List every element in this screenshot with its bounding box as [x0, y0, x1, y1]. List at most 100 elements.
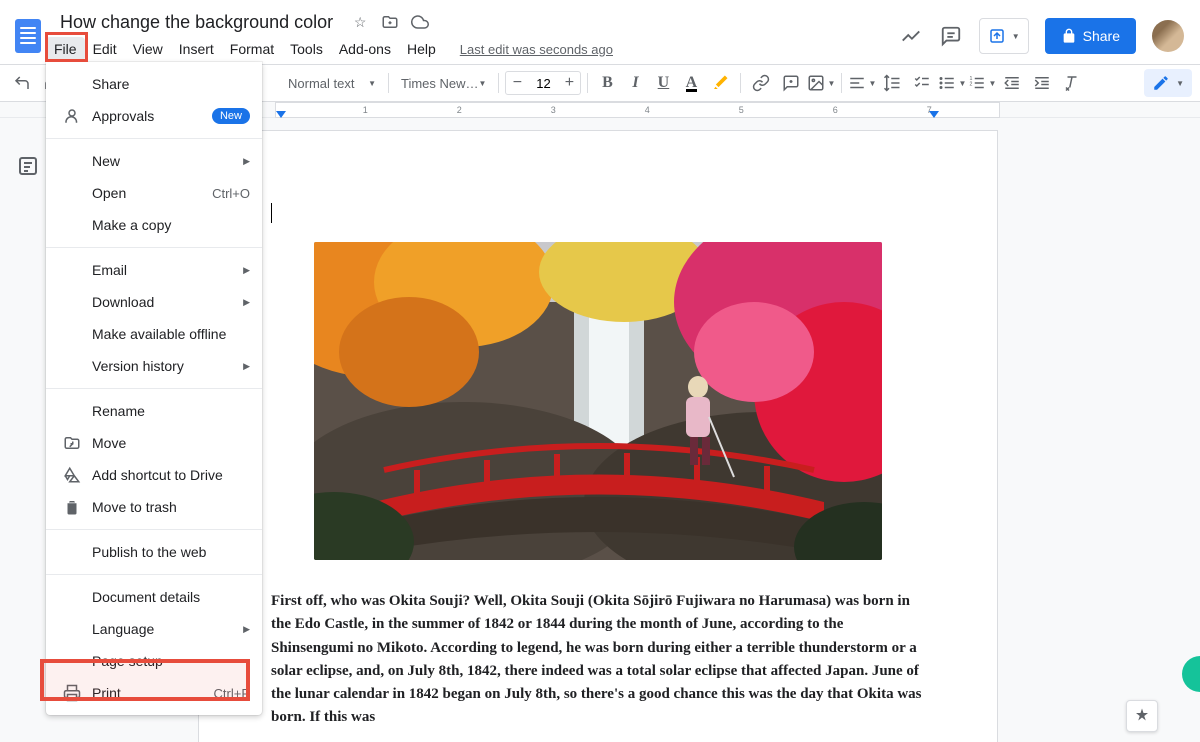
menu-format[interactable]: Format — [222, 37, 282, 61]
chevron-right-icon: ▶ — [243, 361, 250, 372]
font-size-input[interactable] — [528, 76, 558, 91]
keyboard-shortcut: Ctrl+O — [212, 186, 250, 201]
editing-mode-button[interactable]: ▼ — [1144, 69, 1192, 97]
present-button[interactable]: ▼ — [979, 18, 1029, 54]
comments-icon[interactable] — [939, 24, 963, 48]
file-menu-make-copy[interactable]: · Make a copy — [46, 209, 262, 241]
docs-logo-icon — [15, 19, 41, 53]
undo-button[interactable] — [8, 69, 36, 97]
line-spacing-button[interactable] — [878, 69, 906, 97]
insert-link-button[interactable] — [747, 69, 775, 97]
decrease-font-button[interactable]: − — [506, 72, 528, 94]
explore-button[interactable] — [1126, 700, 1158, 732]
chevron-down-icon: ▼ — [368, 79, 376, 88]
decrease-indent-button[interactable] — [998, 69, 1026, 97]
menu-file[interactable]: File — [46, 37, 85, 61]
menu-tools[interactable]: Tools — [282, 37, 331, 61]
font-size-control: − + — [505, 71, 581, 95]
separator — [587, 73, 588, 93]
add-comment-button[interactable] — [777, 69, 805, 97]
ruler-mark: 1 — [363, 105, 368, 115]
file-menu-open[interactable]: · Open Ctrl+O — [46, 177, 262, 209]
menu-view[interactable]: View — [125, 37, 171, 61]
chevron-down-icon: ▼ — [1012, 32, 1020, 41]
bulleted-list-button[interactable]: ▼ — [938, 69, 966, 97]
outline-toggle-button[interactable] — [16, 154, 40, 178]
file-menu-move-trash[interactable]: Move to trash — [46, 491, 262, 523]
menu-edit[interactable]: Edit — [85, 37, 125, 61]
align-button[interactable]: ▼ — [848, 69, 876, 97]
chevron-right-icon: ▶ — [243, 297, 250, 308]
document-inserted-image[interactable] — [314, 242, 882, 560]
ruler-mark: 6 — [833, 105, 838, 115]
increase-indent-button[interactable] — [1028, 69, 1056, 97]
file-menu-new[interactable]: · New ▶ — [46, 145, 262, 177]
horizontal-ruler[interactable]: 1 2 3 4 5 6 7 — [275, 102, 1000, 118]
file-menu-document-details[interactable]: · Document details — [46, 581, 262, 613]
cloud-status-icon[interactable] — [411, 13, 429, 31]
document-paragraph[interactable]: First off, who was Okita Souji? Well, Ok… — [271, 590, 925, 730]
menu-help[interactable]: Help — [399, 37, 444, 61]
separator — [740, 73, 741, 93]
file-menu-add-shortcut[interactable]: Add shortcut to Drive — [46, 459, 262, 491]
right-indent-marker[interactable] — [929, 111, 939, 118]
file-menu-page-setup[interactable]: · Page setup — [46, 645, 262, 677]
keyboard-shortcut: Ctrl+P — [214, 686, 250, 701]
file-menu-approvals[interactable]: Approvals New — [46, 100, 262, 132]
insert-image-button[interactable]: ▼ — [807, 69, 835, 97]
text-cursor — [271, 203, 272, 223]
file-menu-available-offline[interactable]: · Make available offline — [46, 318, 262, 350]
checklist-button[interactable] — [908, 69, 936, 97]
bold-button[interactable]: B — [594, 69, 620, 97]
move-folder-icon[interactable] — [381, 13, 399, 31]
account-avatar[interactable] — [1152, 20, 1184, 52]
share-button[interactable]: Share — [1045, 18, 1136, 54]
chevron-down-icon: ▼ — [479, 79, 487, 88]
new-badge: New — [212, 108, 250, 124]
ruler-mark: 2 — [457, 105, 462, 115]
numbered-list-button[interactable]: 12 ▼ — [968, 69, 996, 97]
menu-insert[interactable]: Insert — [171, 37, 222, 61]
menu-addons[interactable]: Add-ons — [331, 37, 399, 61]
separator — [498, 73, 499, 93]
docs-home-button[interactable] — [8, 16, 48, 56]
file-menu-language[interactable]: · Language ▶ — [46, 613, 262, 645]
font-family-value: Times New… — [401, 76, 479, 91]
file-menu-version-history[interactable]: · Version history ▶ — [46, 350, 262, 382]
file-menu-publish[interactable]: · Publish to the web — [46, 536, 262, 568]
menu-divider — [46, 388, 262, 389]
file-menu-print[interactable]: Print Ctrl+P — [46, 677, 262, 709]
increase-font-button[interactable]: + — [558, 72, 580, 94]
menubar: File Edit View Insert Format Tools Add-o… — [46, 36, 613, 62]
chevron-down-icon: ▼ — [958, 79, 966, 88]
title-area: How change the background color ☆ File E… — [54, 10, 613, 62]
text-color-button[interactable]: A — [678, 69, 704, 97]
trash-icon — [62, 498, 82, 516]
file-menu-email[interactable]: · Email ▶ — [46, 254, 262, 286]
ruler-mark: 3 — [551, 105, 556, 115]
menu-divider — [46, 138, 262, 139]
document-title[interactable]: How change the background color — [54, 12, 339, 33]
menu-divider — [46, 247, 262, 248]
file-menu-move[interactable]: Move — [46, 427, 262, 459]
clear-formatting-button[interactable] — [1058, 69, 1086, 97]
left-indent-marker[interactable] — [276, 111, 286, 118]
document-page[interactable]: First off, who was Okita Souji? Well, Ok… — [198, 130, 998, 742]
file-menu-share[interactable]: · Share — [46, 68, 262, 100]
last-edit-link[interactable]: Last edit was seconds ago — [460, 42, 613, 57]
file-menu-rename[interactable]: · Rename — [46, 395, 262, 427]
activity-icon[interactable] — [899, 24, 923, 48]
underline-button[interactable]: U — [650, 69, 676, 97]
highlight-color-button[interactable] — [706, 69, 734, 97]
print-icon — [62, 684, 82, 702]
paragraph-style-dropdown[interactable]: Normal text ▼ — [282, 69, 382, 97]
svg-text:2: 2 — [970, 81, 973, 87]
file-menu-download[interactable]: · Download ▶ — [46, 286, 262, 318]
menu-divider — [46, 574, 262, 575]
font-family-dropdown[interactable]: Times New… ▼ — [395, 69, 492, 97]
star-icon[interactable]: ☆ — [351, 13, 369, 31]
italic-button[interactable]: I — [622, 69, 648, 97]
chevron-down-icon: ▼ — [868, 79, 876, 88]
menu-divider — [46, 529, 262, 530]
share-button-label: Share — [1083, 28, 1120, 44]
